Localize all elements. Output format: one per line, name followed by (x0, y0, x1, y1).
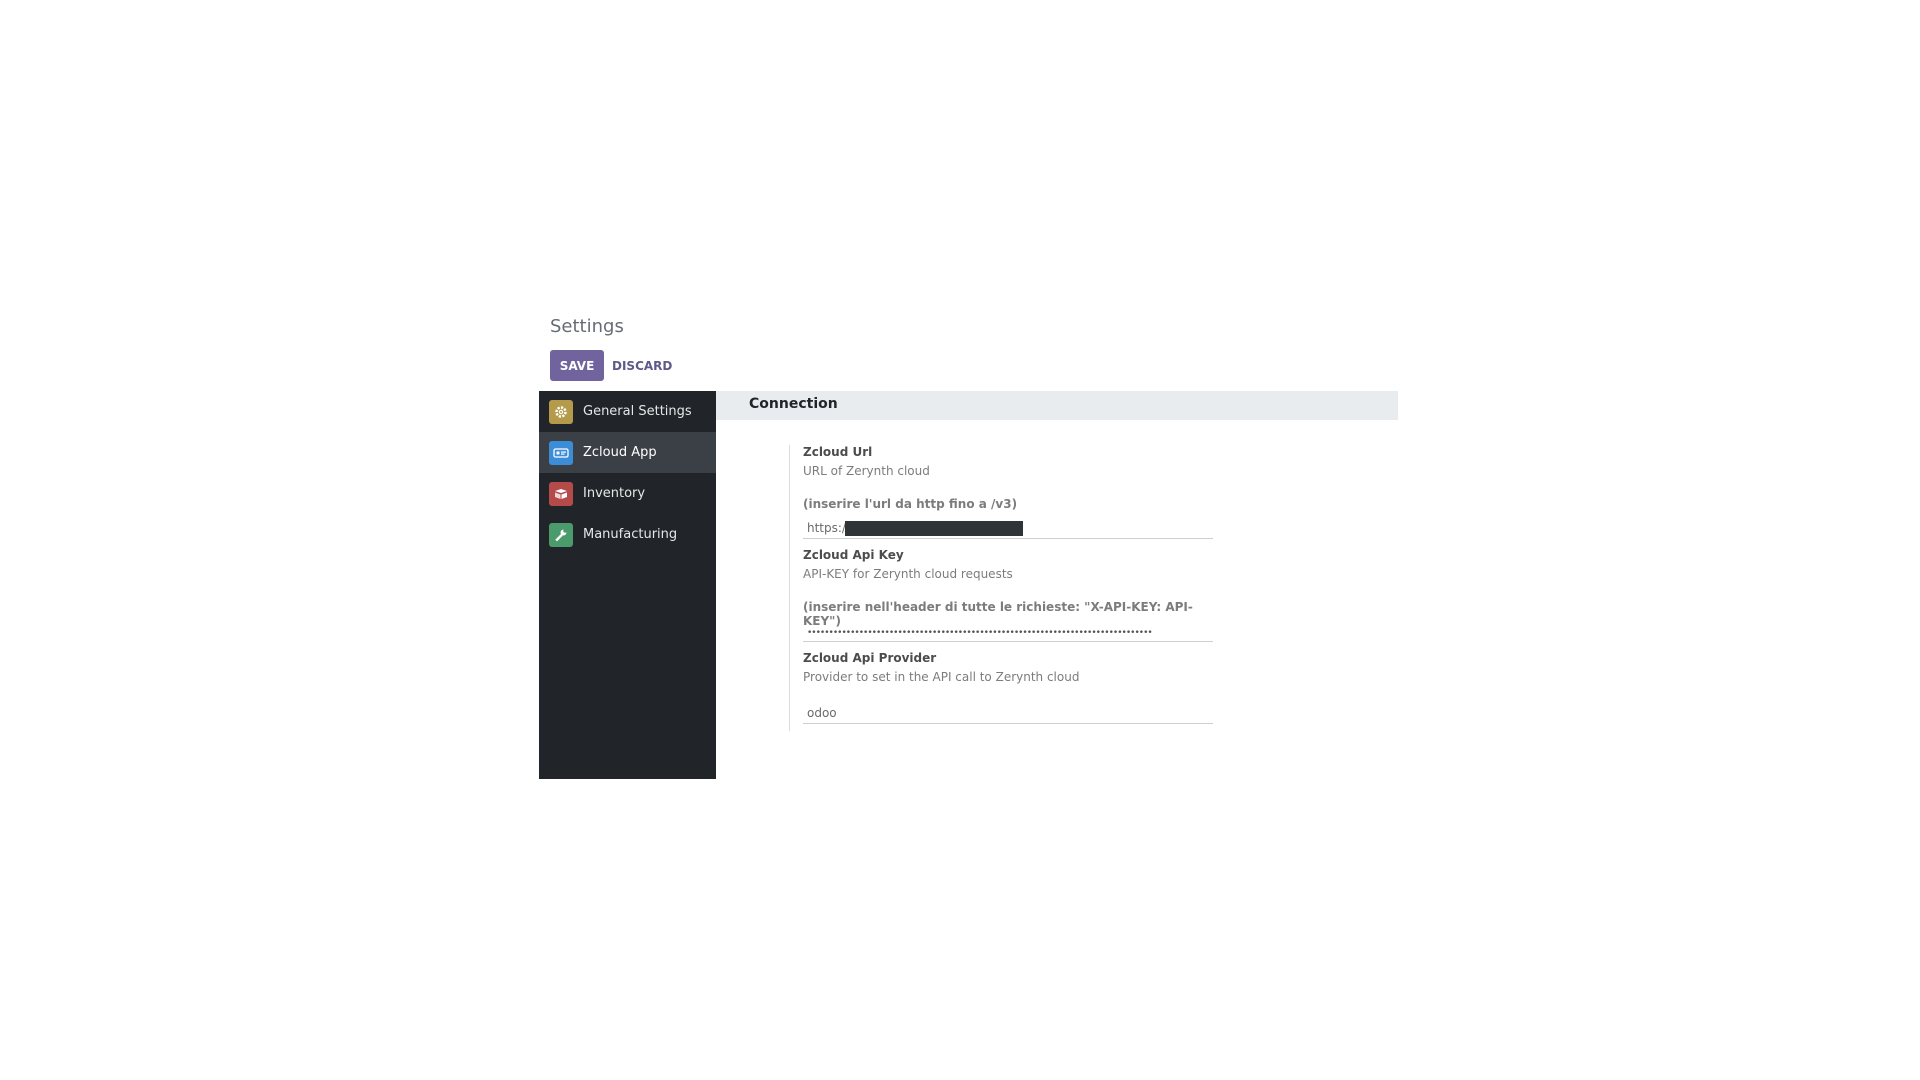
discard-button[interactable]: DISCARD (610, 350, 674, 381)
page-title: Settings (550, 316, 624, 337)
sidebar-item-manufacturing[interactable]: Manufacturing (539, 514, 716, 555)
section-header: Connection (716, 391, 1398, 420)
sidebar-item-label: Manufacturing (583, 527, 678, 542)
connection-settings: Zcloud Url URL of Zerynth cloud (inserir… (789, 445, 1220, 731)
sidebar-item-label: General Settings (583, 404, 692, 419)
save-button[interactable]: SAVE (550, 350, 604, 381)
sidebar-item-zcloud-app[interactable]: Zcloud App (539, 432, 716, 473)
zcloud-api-key-label: Zcloud Api Key (803, 548, 904, 562)
gear-icon (549, 399, 573, 424)
zcloud-api-provider-description: Provider to set in the API call to Zeryn… (803, 670, 1080, 684)
sidebar-item-label: Zcloud App (583, 445, 657, 460)
zcloud-api-key-description: API-KEY for Zerynth cloud requests (803, 567, 1013, 581)
redacted-url-block (845, 521, 1023, 536)
settings-page: Settings SAVE DISCARD General Settings Z… (0, 0, 1920, 1080)
zcloud-url-hint: (inserire l'url da http fino a /v3) (803, 497, 1018, 511)
zcloud-url-description: URL of Zerynth cloud (803, 464, 930, 478)
sidebar-item-general-settings[interactable]: General Settings (539, 391, 716, 432)
cloud-app-icon (549, 440, 573, 465)
settings-sidebar: General Settings Zcloud App Inventory Ma… (539, 391, 716, 779)
wrench-icon (549, 522, 573, 547)
section-title: Connection (749, 396, 838, 412)
zcloud-api-key-masked-value: ••••••••••••••••••••••••••••••••••••••••… (807, 628, 1153, 638)
sidebar-item-inventory[interactable]: Inventory (539, 473, 716, 514)
sidebar-item-label: Inventory (583, 486, 646, 501)
zcloud-api-provider-input[interactable] (803, 702, 1213, 724)
zcloud-url-label: Zcloud Url (803, 445, 873, 459)
zcloud-api-provider-label: Zcloud Api Provider (803, 651, 937, 665)
box-icon (549, 481, 573, 506)
